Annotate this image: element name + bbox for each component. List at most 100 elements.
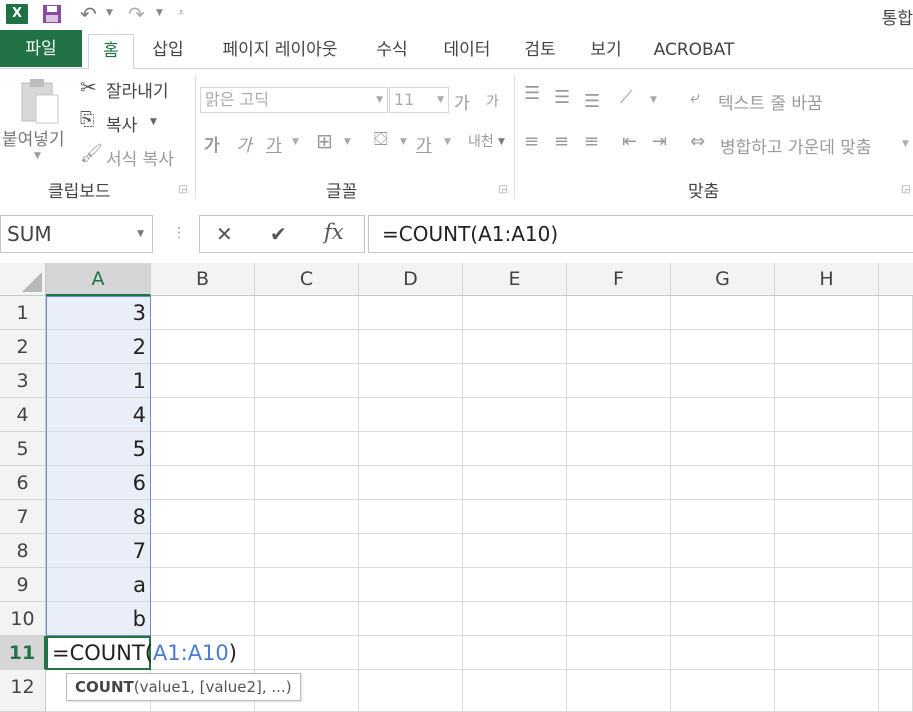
border-icon[interactable]: ⊞ bbox=[316, 129, 333, 153]
border-dropdown-icon[interactable]: ▼ bbox=[344, 137, 351, 147]
italic-button[interactable]: 가 bbox=[236, 131, 252, 156]
cell-b1[interactable] bbox=[151, 296, 255, 330]
column-header-f[interactable]: F bbox=[567, 263, 671, 296]
cell-i9[interactable] bbox=[879, 568, 913, 602]
tooltip-function-name[interactable]: COUNT bbox=[75, 678, 134, 696]
tab-formulas[interactable]: 수식 bbox=[370, 34, 414, 66]
column-header-h[interactable]: H bbox=[775, 263, 879, 296]
cell-h2[interactable] bbox=[775, 330, 879, 364]
cell-i8[interactable] bbox=[879, 534, 913, 568]
cell-h9[interactable] bbox=[775, 568, 879, 602]
undo-icon[interactable]: ↶ bbox=[80, 2, 97, 26]
decrease-indent-icon[interactable]: ⇤ bbox=[622, 131, 637, 152]
cell-d2[interactable] bbox=[359, 330, 463, 364]
cell-d4[interactable] bbox=[359, 398, 463, 432]
cell-g10[interactable] bbox=[671, 602, 775, 636]
bold-button[interactable]: 가 bbox=[204, 131, 220, 156]
fill-color-dropdown-icon[interactable]: ▼ bbox=[400, 137, 407, 147]
cell-f12[interactable] bbox=[567, 670, 671, 712]
format-painter-button[interactable]: 서식 복사 bbox=[106, 145, 174, 170]
cell-h12[interactable] bbox=[775, 670, 879, 712]
column-header-c[interactable]: C bbox=[255, 263, 359, 296]
cell-c3[interactable] bbox=[255, 364, 359, 398]
cell-c7[interactable] bbox=[255, 500, 359, 534]
tab-file[interactable]: 파일 bbox=[0, 30, 82, 67]
cell-f2[interactable] bbox=[567, 330, 671, 364]
tab-review[interactable]: 검토 bbox=[518, 34, 562, 66]
font-name-dropdown-icon[interactable]: ▼ bbox=[376, 88, 383, 112]
cell-g7[interactable] bbox=[671, 500, 775, 534]
underline-button[interactable]: 가 bbox=[266, 131, 282, 156]
cell-d5[interactable] bbox=[359, 432, 463, 466]
phonetic-dropdown-icon[interactable]: ▼ bbox=[498, 137, 505, 147]
cell-e9[interactable] bbox=[463, 568, 567, 602]
cell-b3[interactable] bbox=[151, 364, 255, 398]
row-header-12[interactable]: 12 bbox=[0, 670, 46, 712]
formula-bar-grip-icon[interactable]: ⋮ bbox=[172, 225, 186, 241]
cell-c8[interactable] bbox=[255, 534, 359, 568]
font-color-button[interactable]: 가 bbox=[416, 131, 432, 156]
cell-e12[interactable] bbox=[463, 670, 567, 712]
insert-function-icon[interactable]: fx bbox=[324, 220, 344, 244]
cell-b5[interactable] bbox=[151, 432, 255, 466]
cell-g11[interactable] bbox=[671, 636, 775, 670]
cell-d10[interactable] bbox=[359, 602, 463, 636]
cell-g6[interactable] bbox=[671, 466, 775, 500]
cell-h6[interactable] bbox=[775, 466, 879, 500]
cell-g4[interactable] bbox=[671, 398, 775, 432]
column-header-b[interactable]: B bbox=[151, 263, 255, 296]
cell-f9[interactable] bbox=[567, 568, 671, 602]
column-header-partial[interactable] bbox=[879, 263, 913, 296]
row-header-8[interactable]: 8 bbox=[0, 534, 46, 568]
copy-button[interactable]: 복사 bbox=[106, 111, 137, 136]
cell-d6[interactable] bbox=[359, 466, 463, 500]
cell-g5[interactable] bbox=[671, 432, 775, 466]
align-right-icon[interactable]: ≡ bbox=[584, 131, 599, 152]
cell-e2[interactable] bbox=[463, 330, 567, 364]
cell-i2[interactable] bbox=[879, 330, 913, 364]
cell-g1[interactable] bbox=[671, 296, 775, 330]
cell-f5[interactable] bbox=[567, 432, 671, 466]
cell-h1[interactable] bbox=[775, 296, 879, 330]
alignment-launcher-icon[interactable]: ◲ bbox=[901, 184, 910, 195]
cell-b6[interactable] bbox=[151, 466, 255, 500]
cell-d11[interactable] bbox=[359, 636, 463, 670]
formula-input[interactable]: =COUNT(A1:A10) bbox=[368, 215, 913, 253]
row-header-2[interactable]: 2 bbox=[0, 330, 46, 364]
grow-font-button[interactable]: 가 bbox=[454, 89, 470, 114]
cell-i12[interactable] bbox=[879, 670, 913, 712]
fill-color-icon[interactable]: ⛋ bbox=[374, 129, 388, 150]
tab-view[interactable]: 보기 bbox=[584, 34, 628, 66]
wrap-text-button[interactable]: 텍스트 줄 바꿈 bbox=[718, 89, 823, 114]
cell-h4[interactable] bbox=[775, 398, 879, 432]
row-header-3[interactable]: 3 bbox=[0, 364, 46, 398]
cell-d8[interactable] bbox=[359, 534, 463, 568]
row-header-9[interactable]: 9 bbox=[0, 568, 46, 602]
cell-i1[interactable] bbox=[879, 296, 913, 330]
row-header-4[interactable]: 4 bbox=[0, 398, 46, 432]
cell-edit-text[interactable]: =COUNT(A1:A10) bbox=[52, 636, 237, 670]
cell-d3[interactable] bbox=[359, 364, 463, 398]
cell-h11[interactable] bbox=[775, 636, 879, 670]
cell-b10[interactable] bbox=[151, 602, 255, 636]
cell-b4[interactable] bbox=[151, 398, 255, 432]
redo-dropdown-icon[interactable]: ▼ bbox=[156, 8, 163, 18]
orientation-dropdown-icon[interactable]: ▼ bbox=[650, 95, 657, 105]
cell-f3[interactable] bbox=[567, 364, 671, 398]
cell-i4[interactable] bbox=[879, 398, 913, 432]
cell-h7[interactable] bbox=[775, 500, 879, 534]
cell-g9[interactable] bbox=[671, 568, 775, 602]
phonetic-button[interactable]: 내천 bbox=[468, 131, 494, 151]
cell-i3[interactable] bbox=[879, 364, 913, 398]
cell-f1[interactable] bbox=[567, 296, 671, 330]
cell-c5[interactable] bbox=[255, 432, 359, 466]
cell-i5[interactable] bbox=[879, 432, 913, 466]
cell-b7[interactable] bbox=[151, 500, 255, 534]
column-header-e[interactable]: E bbox=[463, 263, 567, 296]
align-middle-icon[interactable]: ☰ bbox=[554, 87, 570, 108]
cell-e8[interactable] bbox=[463, 534, 567, 568]
row-header-5[interactable]: 5 bbox=[0, 432, 46, 466]
cell-b2[interactable] bbox=[151, 330, 255, 364]
cell-i6[interactable] bbox=[879, 466, 913, 500]
cell-f7[interactable] bbox=[567, 500, 671, 534]
